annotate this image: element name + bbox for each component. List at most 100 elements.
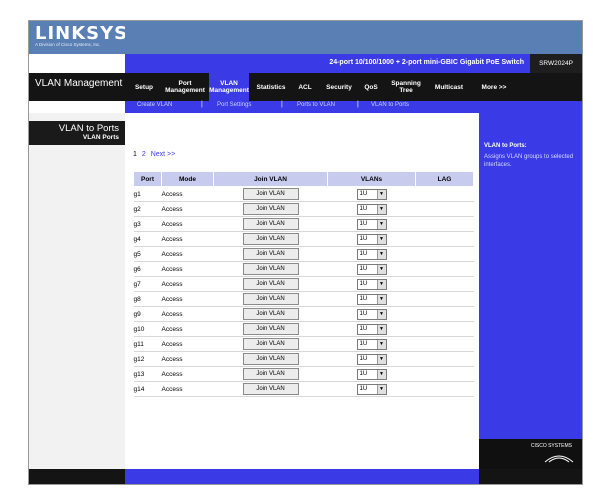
mode-cell: Access: [161, 231, 214, 247]
chevron-down-icon: ▼: [376, 264, 386, 274]
vlan-select[interactable]: 1U ▼: [356, 188, 387, 200]
join-cell: Join VLAN: [213, 366, 328, 382]
vlans-cell: 1U ▼: [327, 381, 416, 397]
vlans-cell: 1U ▼: [327, 321, 416, 337]
chevron-down-icon: ▼: [376, 234, 386, 244]
join-vlan-button[interactable]: Join VLAN: [242, 293, 299, 305]
col-mode: Mode: [161, 171, 214, 187]
mode-cell: Access: [161, 336, 214, 352]
port-cell: g1: [133, 186, 162, 202]
vlan-select-value: 1U: [359, 265, 368, 272]
lag-cell: [415, 201, 474, 217]
join-vlan-button[interactable]: Join VLAN: [242, 248, 299, 260]
col-vlans: VLANs: [327, 171, 416, 187]
join-vlan-button[interactable]: Join VLAN: [242, 233, 299, 245]
vlan-select-value: 1U: [359, 220, 368, 227]
vlans-cell: 1U ▼: [327, 231, 416, 247]
join-vlan-button[interactable]: Join VLAN: [242, 278, 299, 290]
join-cell: Join VLAN: [213, 291, 328, 307]
tab-security[interactable]: Security: [321, 73, 357, 101]
vlans-cell: 1U ▼: [327, 336, 416, 352]
tab-vlan-management[interactable]: VLAN Management: [209, 73, 249, 101]
cisco-panel: CISCO SYSTEMS: [479, 439, 582, 469]
table-row: g1 Access Join VLAN 1U ▼: [133, 186, 474, 202]
subnav-ports-to-vlan[interactable]: Ports to VLAN: [297, 102, 335, 108]
pager: 1 2 Next >>: [133, 151, 175, 158]
top-band: [125, 21, 582, 54]
join-vlan-button[interactable]: Join VLAN: [242, 308, 299, 320]
tab-multicast[interactable]: Multicast: [429, 73, 469, 101]
chevron-down-icon: ▼: [376, 339, 386, 349]
join-vlan-button[interactable]: Join VLAN: [242, 323, 299, 335]
page-2-link[interactable]: 2: [142, 151, 146, 158]
join-vlan-button[interactable]: Join VLAN: [242, 203, 299, 215]
tab-qos[interactable]: QoS: [359, 73, 383, 101]
join-vlan-button[interactable]: Join VLAN: [242, 338, 299, 350]
table-row: g3 Access Join VLAN 1U ▼: [133, 216, 474, 232]
vlan-select[interactable]: 1U ▼: [356, 278, 387, 290]
join-vlan-button[interactable]: Join VLAN: [242, 353, 299, 365]
app-window: LINKSYS® A Division of Cisco Systems, In…: [28, 20, 583, 485]
mode-cell: Access: [161, 246, 214, 262]
join-vlan-button[interactable]: Join VLAN: [242, 263, 299, 275]
join-vlan-button[interactable]: Join VLAN: [242, 218, 299, 230]
join-vlan-button[interactable]: Join VLAN: [242, 368, 299, 380]
tab-spanning-tree[interactable]: Spanning Tree: [385, 73, 427, 101]
lag-cell: [415, 246, 474, 262]
subnav-vlan-to-ports[interactable]: VLAN to Ports: [371, 102, 409, 108]
chevron-down-icon: ▼: [376, 219, 386, 229]
sidebar-item-vlan-ports[interactable]: VLAN Ports: [83, 134, 119, 141]
lag-cell: [415, 276, 474, 292]
mode-cell: Access: [161, 276, 214, 292]
mode-cell: Access: [161, 306, 214, 322]
vlan-select[interactable]: 1U ▼: [356, 353, 387, 365]
vlan-select-value: 1U: [359, 385, 368, 392]
vlan-select-value: 1U: [359, 190, 368, 197]
join-vlan-button[interactable]: Join VLAN: [242, 188, 299, 200]
join-cell: Join VLAN: [213, 276, 328, 292]
subnav-port-settings[interactable]: Port Settings: [217, 102, 251, 108]
tab-setup[interactable]: Setup: [129, 73, 159, 101]
product-title: 24-port 10/100/1000 + 2-port mini-GBIC G…: [329, 59, 524, 66]
lag-cell: [415, 336, 474, 352]
vlan-select[interactable]: 1U ▼: [356, 293, 387, 305]
vlan-select[interactable]: 1U ▼: [356, 368, 387, 380]
vlan-select-value: 1U: [359, 280, 368, 287]
table-row: g6 Access Join VLAN 1U ▼: [133, 261, 474, 277]
tab-statistics[interactable]: Statistics: [253, 73, 289, 101]
vlan-select[interactable]: 1U ▼: [356, 323, 387, 335]
mode-cell: Access: [161, 351, 214, 367]
vlan-select[interactable]: 1U ▼: [356, 218, 387, 230]
subnav-separator: |: [201, 101, 203, 108]
vlan-select[interactable]: 1U ▼: [356, 233, 387, 245]
lag-cell: [415, 186, 474, 202]
join-vlan-button[interactable]: Join VLAN: [242, 383, 299, 395]
cisco-logo-text: CISCO SYSTEMS: [530, 443, 572, 449]
chevron-down-icon: ▼: [376, 279, 386, 289]
vlan-select[interactable]: 1U ▼: [356, 263, 387, 275]
subnav-create-vlan[interactable]: Create VLAN: [137, 102, 172, 108]
tab-more[interactable]: More >>: [474, 73, 514, 101]
vlan-select[interactable]: 1U ▼: [356, 338, 387, 350]
port-cell: g8: [133, 291, 162, 307]
chevron-down-icon: ▼: [376, 204, 386, 214]
vlan-select[interactable]: 1U ▼: [356, 248, 387, 260]
chevron-down-icon: ▼: [376, 369, 386, 379]
next-link[interactable]: Next >>: [151, 151, 176, 158]
vlans-cell: 1U ▼: [327, 186, 416, 202]
port-cell: g6: [133, 261, 162, 277]
table-row: g13 Access Join VLAN 1U ▼: [133, 366, 474, 382]
tab-port-management[interactable]: Port Management: [165, 73, 205, 101]
vlans-cell: 1U ▼: [327, 216, 416, 232]
join-cell: Join VLAN: [213, 231, 328, 247]
tab-acl[interactable]: ACL: [293, 73, 317, 101]
vlan-select[interactable]: 1U ▼: [356, 308, 387, 320]
table-row: g5 Access Join VLAN 1U ▼: [133, 246, 474, 262]
vlan-select[interactable]: 1U ▼: [356, 383, 387, 395]
vlan-select[interactable]: 1U ▼: [356, 203, 387, 215]
vlan-select-value: 1U: [359, 340, 368, 347]
port-cell: g4: [133, 231, 162, 247]
join-cell: Join VLAN: [213, 336, 328, 352]
cisco-bridge-icon: [544, 455, 574, 463]
vlan-select-value: 1U: [359, 235, 368, 242]
